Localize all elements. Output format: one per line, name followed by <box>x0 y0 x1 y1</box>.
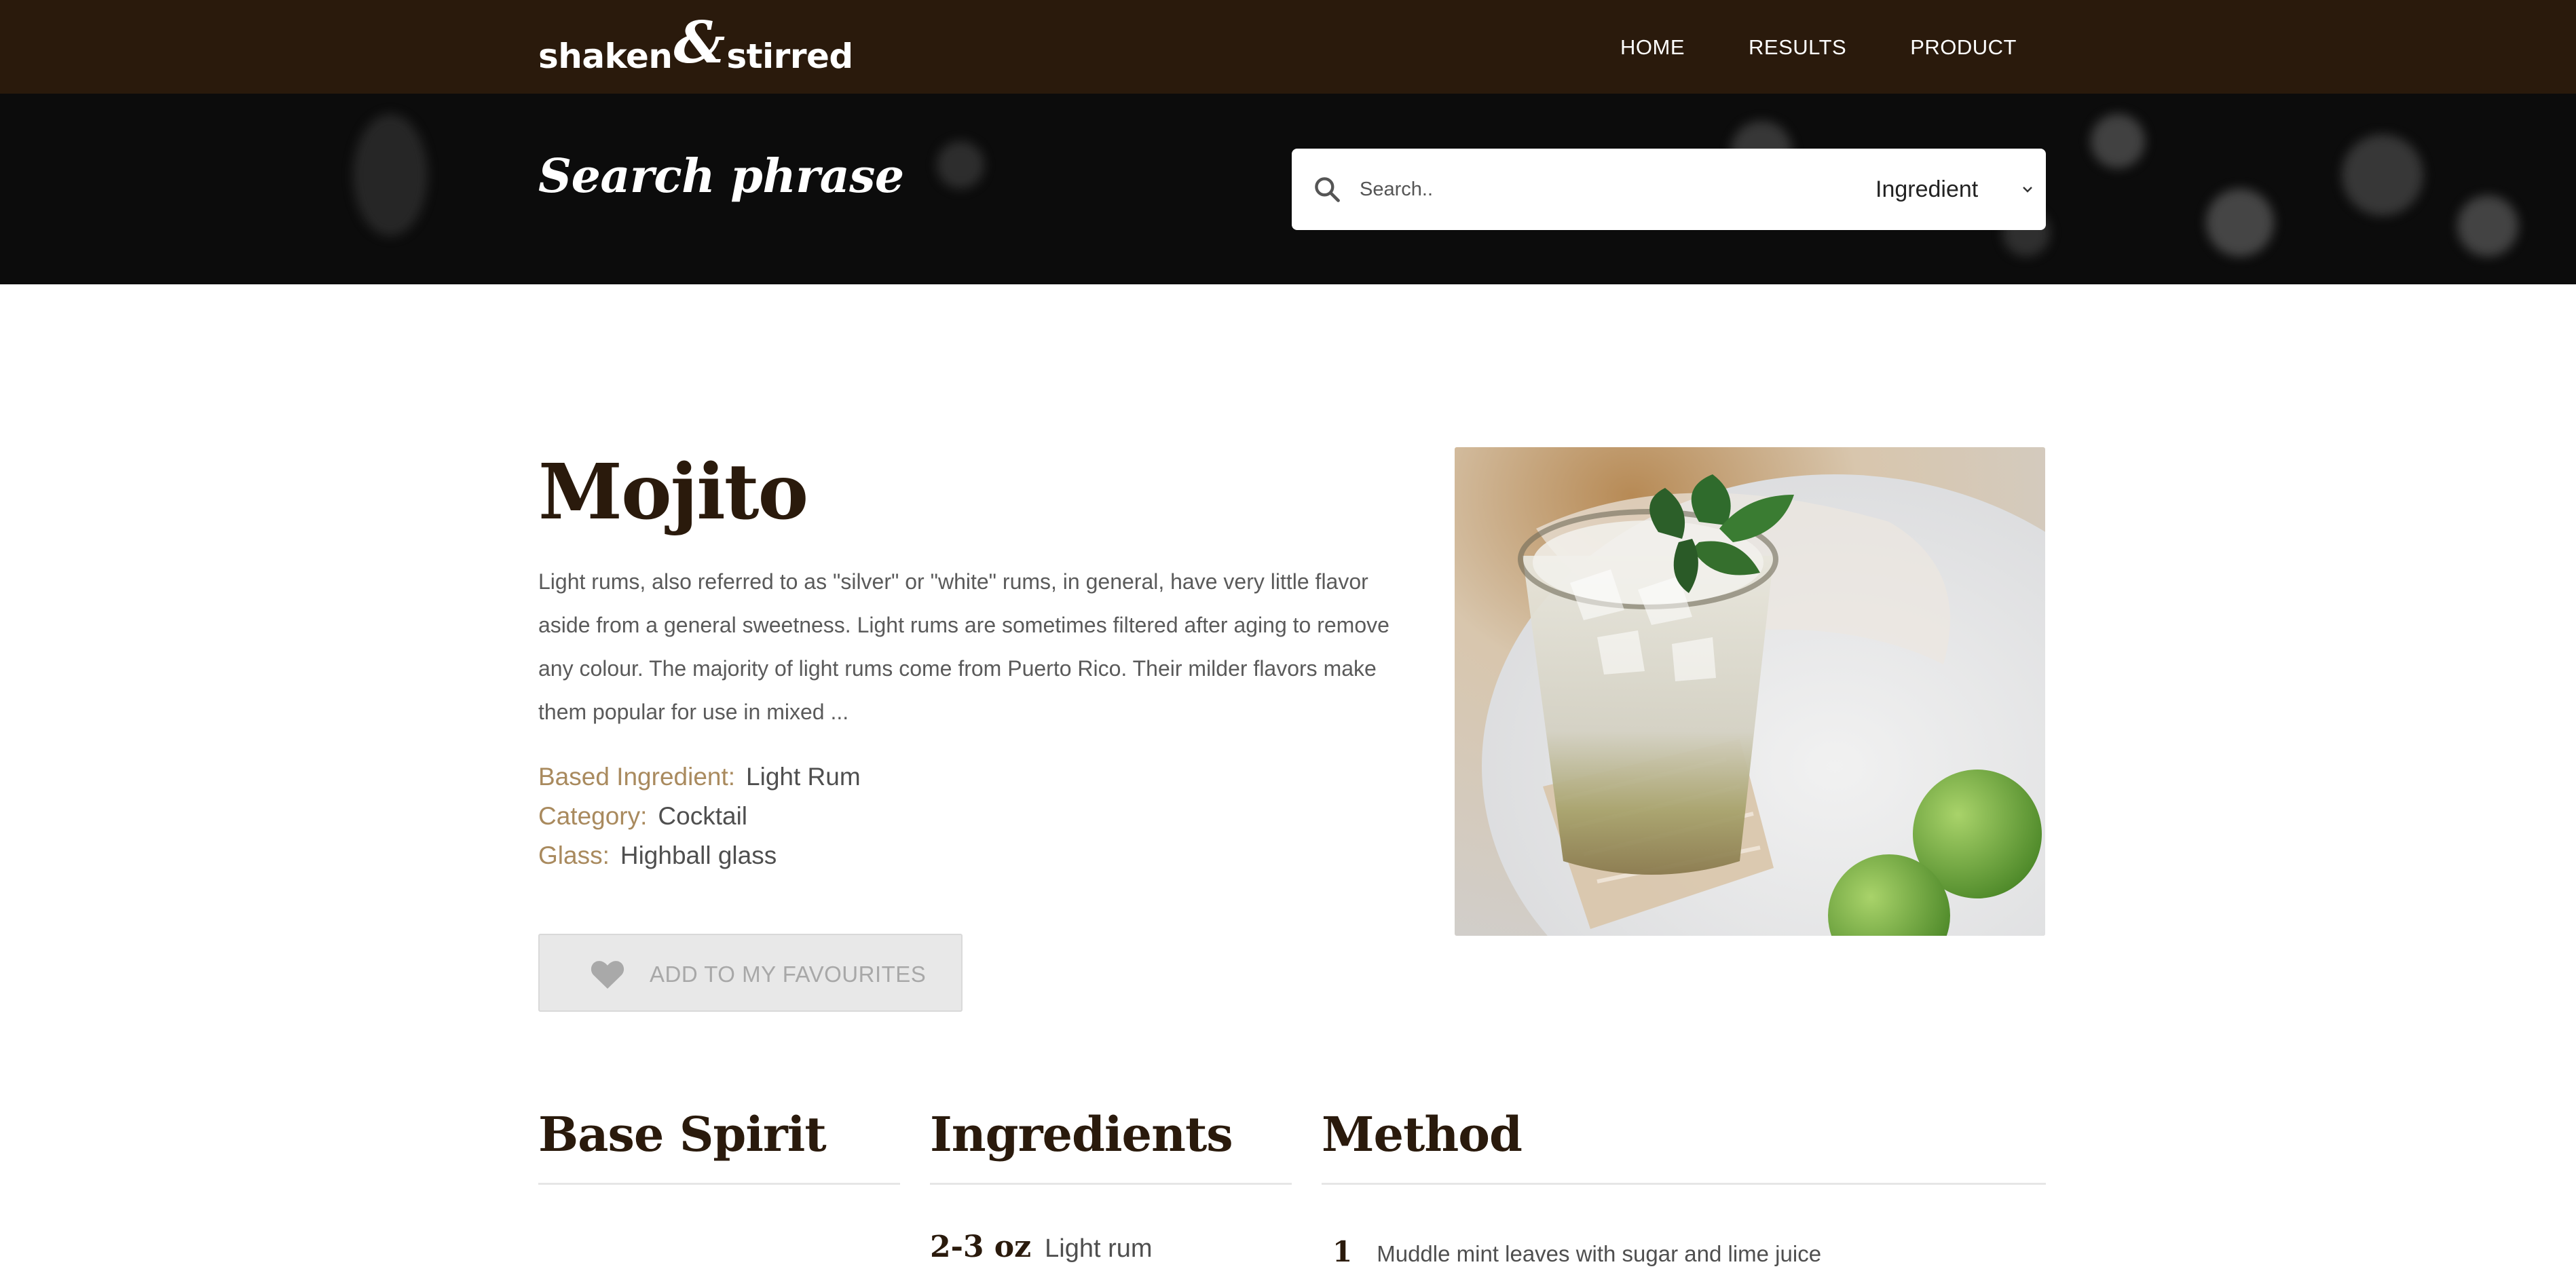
meta-key: Based Ingredient: <box>538 763 736 791</box>
heart-icon <box>591 961 624 989</box>
product-description: Light rums, also referred to as "silver"… <box>538 569 1389 724</box>
bokeh-light <box>353 114 428 236</box>
meta-row-glass: Glass: Highball glass <box>538 836 861 875</box>
product-title: Mojito <box>538 448 808 537</box>
nav-home-link[interactable]: HOME <box>1620 35 1685 60</box>
method-step: 1 Muddle mint leaves with sugar and lime… <box>1332 1235 1821 1268</box>
search-box: Ingredient <box>1292 149 2046 230</box>
search-icon[interactable] <box>1312 174 1342 204</box>
search-input[interactable] <box>1360 169 1780 210</box>
meta-value: Cocktail <box>658 802 748 830</box>
method-step-text: Muddle mint leaves with sugar and lime j… <box>1377 1241 1822 1266</box>
product-meta: Based Ingredient: Light Rum Category: Cock… <box>538 757 861 875</box>
method-heading: Method <box>1322 1106 1523 1162</box>
top-navigation-bar: shaken & stirred HOME RESULTS PRODUCT <box>0 0 2576 94</box>
logo-ampersand: & <box>673 8 726 76</box>
bokeh-light <box>937 141 984 189</box>
hero-banner <box>0 94 2576 284</box>
meta-value: Highball glass <box>620 841 777 869</box>
meta-key: Category: <box>538 802 648 830</box>
nav-product-link[interactable]: PRODUCT <box>1910 35 2017 60</box>
chevron-down-icon <box>2023 187 2032 193</box>
ingredient-item: 2-3 oz Light rum <box>930 1230 1153 1264</box>
ingredients-divider <box>930 1183 1292 1185</box>
bokeh-light <box>2342 134 2423 216</box>
main-nav: HOME RESULTS PRODUCT <box>1620 35 2017 60</box>
ingredients-heading: Ingredients <box>930 1106 1233 1162</box>
add-to-favourites-label: ADD TO MY FAVOURITES <box>650 962 927 987</box>
ingredient-name: Light rum <box>1045 1234 1153 1263</box>
search-filter-select[interactable]: Ingredient <box>1875 169 2038 210</box>
nav-results-link[interactable]: RESULTS <box>1749 35 1846 60</box>
brand-logo[interactable]: shaken & stirred <box>538 8 853 76</box>
logo-word-stirred: stirred <box>726 37 853 76</box>
logo-word-shaken: shaken <box>538 37 673 76</box>
product-photo <box>1455 447 2045 936</box>
meta-row-category: Category: Cocktail <box>538 797 861 836</box>
ingredient-amount: 2-3 oz <box>930 1230 1032 1264</box>
bokeh-light <box>2457 195 2518 257</box>
search-filter-value: Ingredient <box>1875 176 1979 202</box>
method-divider <box>1322 1183 2046 1185</box>
method-step-number: 1 <box>1332 1235 1353 1268</box>
meta-key: Glass: <box>538 841 610 869</box>
search-phrase-heading: Search phrase <box>538 149 904 204</box>
base-spirit-heading: Base Spirit <box>538 1106 827 1162</box>
bokeh-light <box>2206 189 2274 257</box>
meta-row-base-ingredient: Based Ingredient: Light Rum <box>538 757 861 797</box>
add-to-favourites-button[interactable]: ADD TO MY FAVOURITES <box>538 934 963 1012</box>
bokeh-light <box>2091 114 2145 168</box>
base-spirit-divider <box>538 1183 900 1185</box>
meta-value: Light Rum <box>746 763 861 791</box>
